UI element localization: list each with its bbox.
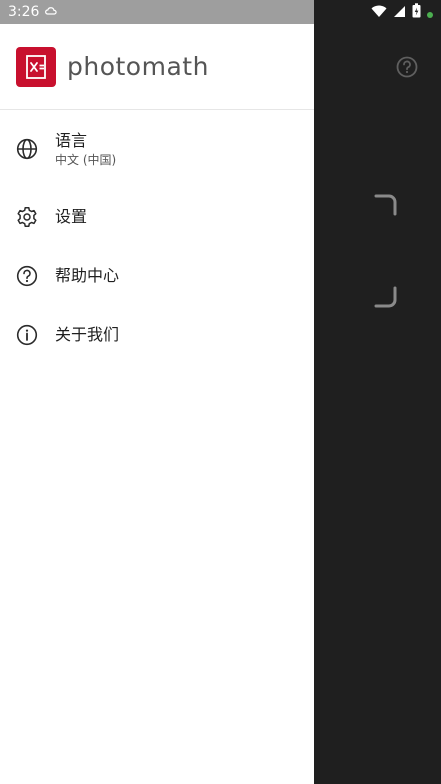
brand-name: photomath [67, 52, 209, 81]
menu-item-settings[interactable]: 设置 [0, 187, 314, 246]
camera-help-icon[interactable] [396, 56, 418, 78]
menu-item-about-us[interactable]: 关于我们 [0, 305, 314, 364]
menu-item-sublabel: 中文 (中国) [55, 153, 117, 167]
drawer-menu: 语言 中文 (中国) 设置 帮助中心 关于我们 [0, 111, 314, 364]
signal-icon [393, 3, 406, 22]
viewfinder-corner-top-right [374, 193, 398, 221]
menu-item-label: 设置 [55, 206, 88, 226]
status-time: 3:26 [8, 4, 40, 20]
wifi-icon [371, 3, 387, 22]
globe-icon [16, 138, 38, 160]
menu-item-label: 语言 [55, 131, 88, 150]
cloud-icon [45, 4, 58, 20]
gear-icon [16, 206, 38, 228]
viewfinder-corner-bottom-right [374, 285, 398, 313]
status-bar: 3:26 [0, 0, 441, 24]
battery-icon [412, 2, 421, 22]
help-circle-icon [16, 265, 38, 287]
navigation-drawer: photomath 语言 中文 (中国) 设置 帮助中心 关于我们 [0, 0, 314, 784]
dot-icon [427, 3, 433, 22]
menu-item-help-center[interactable]: 帮助中心 [0, 246, 314, 305]
photomath-logo-icon [16, 46, 56, 87]
menu-item-language[interactable]: 语言 中文 (中国) [0, 111, 314, 187]
menu-item-label: 关于我们 [55, 324, 120, 344]
info-icon [16, 324, 38, 346]
drawer-header: photomath [0, 24, 314, 110]
menu-item-label: 帮助中心 [55, 265, 120, 285]
